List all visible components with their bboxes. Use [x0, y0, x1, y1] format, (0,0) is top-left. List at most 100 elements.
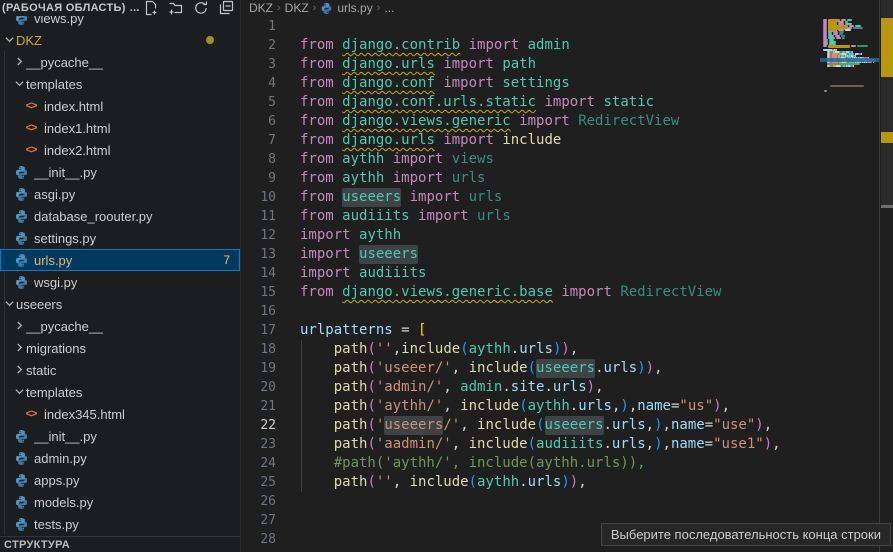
tree-item-models-py[interactable]: models.py — [0, 491, 240, 513]
tree-item-dkz[interactable]: DKZ — [0, 29, 240, 51]
code-line-21[interactable]: 21 path('aythh/', include(aythh.urls,),n… — [241, 397, 879, 416]
tree-item-migrations[interactable]: migrations — [0, 337, 240, 359]
tree-item-apps-py[interactable]: apps.py — [0, 469, 240, 491]
code-token: . — [604, 416, 612, 435]
chevron-right-icon[interactable] — [12, 55, 26, 69]
tree-item-settings-py[interactable]: settings.py — [0, 227, 240, 249]
code-line-20[interactable]: 20 path('admin/', admin.site.urls), — [241, 378, 879, 397]
tree-item-index345-html[interactable]: <>index345.html — [0, 403, 240, 425]
code-line-14[interactable]: 14import audiiits — [241, 264, 879, 283]
code-token — [351, 245, 359, 264]
code-token: path — [334, 378, 368, 397]
code-line-10[interactable]: 10from useeers import urls — [241, 188, 879, 207]
code-line-12[interactable]: 12import aythh — [241, 226, 879, 245]
code-line-11[interactable]: 11from audiiits import urls — [241, 207, 879, 226]
code-token: django.views.generic — [342, 112, 511, 131]
html-icon: <> — [23, 406, 39, 422]
code-line-8[interactable]: 8from aythh import views — [241, 150, 879, 169]
code-line-5[interactable]: 5from django.conf.urls.static import sta… — [241, 93, 879, 112]
chevron-down-icon[interactable] — [2, 297, 16, 311]
tree-item-asgi-py[interactable]: asgi.py — [0, 183, 240, 205]
code-token: [ — [418, 321, 426, 340]
explorer-sidebar: views.pyDKZ__pycache__templates<>index.h… — [0, 0, 241, 552]
code-line-6[interactable]: 6from django.views.generic import Redire… — [241, 112, 879, 131]
code-line-23[interactable]: 23 path('aadmin/', include(audiiits.urls… — [241, 435, 879, 454]
code-token: ( — [367, 397, 375, 416]
code-token: . — [603, 435, 611, 454]
tree-item-database-roouter-py[interactable]: database_roouter.py — [0, 205, 240, 227]
code-line-15[interactable]: 15from django.views.generic.base import … — [241, 283, 879, 302]
tree-item--init-py[interactable]: __init__.py — [0, 161, 240, 183]
scrollbar[interactable] — [879, 0, 893, 552]
code-token — [553, 283, 561, 302]
tree-item-index2-html[interactable]: <>index2.html — [0, 139, 240, 161]
code-line-22[interactable]: 22 path('useeers/', include(useeers.urls… — [241, 416, 879, 435]
code-token: useeers — [342, 188, 401, 207]
tree-item-useeers[interactable]: useeers — [0, 293, 240, 315]
code-line-3[interactable]: 3from django.urls import path — [241, 55, 879, 74]
code-token: import — [393, 169, 444, 188]
code-token: 'aythh/' — [376, 397, 443, 416]
code-line-2[interactable]: 2from django.contrib import admin — [241, 36, 879, 55]
outline-section-header[interactable]: СТРУКТУРА — [0, 536, 240, 552]
code-token: from — [300, 188, 334, 207]
line-number: 22 — [241, 416, 300, 435]
code-token: , — [772, 435, 780, 454]
tree-item-templates[interactable]: templates — [0, 381, 240, 403]
tree-item-index-html[interactable]: <>index.html — [0, 95, 240, 117]
chevron-down-icon[interactable] — [12, 77, 26, 91]
code-line-19[interactable]: 19 path('useeer/', include(useeers.urls)… — [241, 359, 879, 378]
tree-item--init-py[interactable]: __init__.py — [0, 425, 240, 447]
tree-item--pycache-[interactable]: __pycache__ — [0, 315, 240, 337]
minimap[interactable] — [820, 0, 879, 552]
code-line-13[interactable]: 13import useeers — [241, 245, 879, 264]
breadcrumb-item[interactable]: DKZ — [249, 1, 273, 15]
chevron-down-icon[interactable] — [2, 33, 16, 47]
code-token: ( — [367, 473, 375, 492]
new-file-icon[interactable] — [143, 0, 159, 16]
tree-item-templates[interactable]: templates — [0, 73, 240, 95]
code-line-26[interactable]: 26 — [241, 492, 879, 511]
collapse-all-icon[interactable] — [218, 0, 234, 16]
minimap-line — [845, 29, 851, 31]
breadcrumb-item[interactable]: ... — [384, 1, 394, 15]
breadcrumb-item[interactable]: urls.py — [337, 1, 372, 15]
code-line-25[interactable]: 25 path('', include(aythh.urls)), — [241, 473, 879, 492]
code-line-16[interactable]: 16 — [241, 302, 879, 321]
line-number: 28 — [241, 530, 300, 549]
code-token: , — [646, 416, 654, 435]
tree-item--pycache-[interactable]: __pycache__ — [0, 51, 240, 73]
code-token: name — [671, 416, 705, 435]
code-line-7[interactable]: 7from django.urls import include — [241, 131, 879, 150]
minimap-current-line — [820, 58, 879, 62]
code-token: urlpatterns — [300, 321, 393, 340]
tree-item-tests-py[interactable]: tests.py — [0, 513, 240, 535]
tree-item-label: wsgi.py — [34, 275, 77, 290]
code-line-17[interactable]: 17urlpatterns = [ — [241, 321, 879, 340]
problems-badge: 7 — [223, 253, 230, 267]
code-line-24[interactable]: 24 #path('aythh/', include(aythh.urls)), — [241, 454, 879, 473]
chevron-right-icon[interactable] — [12, 363, 26, 377]
chevron-down-icon[interactable] — [12, 385, 26, 399]
tree-item-index1-html[interactable]: <>index1.html — [0, 117, 240, 139]
tree-item-wsgi-py[interactable]: wsgi.py — [0, 271, 240, 293]
chevron-right-icon[interactable] — [12, 319, 26, 333]
tree-item-static[interactable]: static — [0, 359, 240, 381]
tree-item-admin-py[interactable]: admin.py — [0, 447, 240, 469]
breadcrumb-item[interactable]: DKZ — [285, 1, 309, 15]
code-token: admin — [528, 36, 570, 55]
eol-tooltip: Выберите последовательность конца строки — [601, 523, 891, 546]
code-line-9[interactable]: 9from aythh import urls — [241, 169, 879, 188]
code-token: urls — [612, 416, 646, 435]
line-number: 2 — [241, 36, 300, 55]
indent-guide — [301, 340, 302, 492]
chevron-right-icon[interactable] — [12, 341, 26, 355]
refresh-icon[interactable] — [193, 0, 209, 16]
more-actions-icon[interactable]: ... — [130, 2, 140, 14]
code-token: django.conf — [342, 74, 435, 93]
code-line-18[interactable]: 18 path('',include(aythh.urls)), — [241, 340, 879, 359]
tree-item-urls-py[interactable]: urls.py7 — [0, 249, 240, 271]
new-folder-icon[interactable] — [168, 0, 184, 16]
code-line-1[interactable]: 1 — [241, 17, 879, 36]
code-line-4[interactable]: 4from django.conf import settings — [241, 74, 879, 93]
